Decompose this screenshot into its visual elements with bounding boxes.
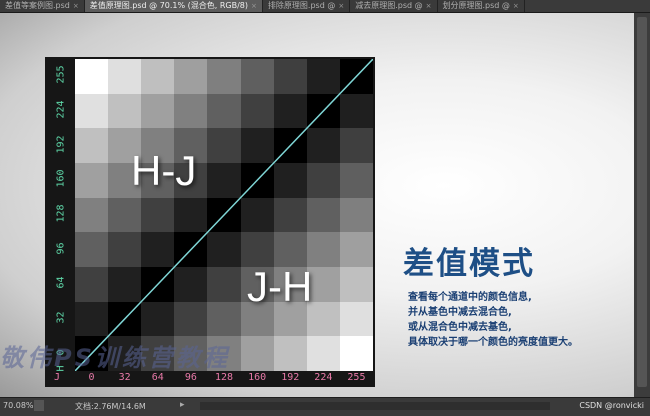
document-tab[interactable]: 减去原理图.psd @ ×: [350, 0, 438, 12]
status-scroll-left[interactable]: [34, 400, 44, 411]
tab-label: 排除原理图.psd @: [267, 1, 336, 10]
x-tick-label: 128: [214, 372, 234, 383]
x-tick-label: 224: [314, 372, 333, 383]
close-icon[interactable]: ×: [426, 0, 432, 12]
x-tick-label: 0: [88, 372, 95, 383]
canvas-area[interactable]: 255 224 192 160 128 96 64 32 0 H J 0 32 64 96 128 160 19…: [0, 13, 650, 397]
watermark-text: 敬伟PS训练营教程: [0, 344, 230, 372]
y-tick-label: 160: [55, 169, 67, 188]
close-icon[interactable]: ×: [338, 0, 344, 12]
y-tick-label: 255: [55, 65, 67, 84]
zoom-level[interactable]: 70.08%: [3, 401, 34, 410]
tab-label: 差值等案例图.psd: [5, 1, 70, 10]
credit-text: CSDN @ronvicki: [579, 401, 644, 410]
horizontal-scrollbar[interactable]: [200, 402, 550, 410]
x-tick-label: 32: [118, 372, 131, 383]
slide-title: 差值模式: [403, 246, 535, 282]
status-menu-arrow-icon[interactable]: ▸: [180, 400, 185, 410]
document-info[interactable]: 文档:2.76M/14.6M: [75, 401, 146, 412]
close-icon[interactable]: ×: [73, 0, 79, 12]
x-tick-label: 64: [151, 372, 164, 383]
tab-label: 减去原理图.psd @: [355, 1, 423, 10]
slide: 255 224 192 160 128 96 64 32 0 H J 0 32 64 96 128 160 19…: [0, 13, 634, 397]
x-tick-label: 160: [248, 372, 267, 383]
y-tick-label: 224: [55, 100, 67, 119]
j-minus-h-label: J-H: [247, 263, 313, 310]
diagonal-line: [75, 59, 373, 371]
x-axis-label: J: [53, 372, 61, 383]
x-tick-label: 96: [184, 372, 197, 383]
close-icon[interactable]: ×: [251, 0, 257, 12]
description-line: 查看每个通道中的颜色信息,: [408, 292, 532, 303]
y-tick-label: 96: [55, 242, 67, 255]
close-icon[interactable]: ×: [513, 0, 519, 12]
description-line: 具体取决于哪一个颜色的亮度值更大。: [408, 337, 578, 348]
document-tab[interactable]: 差值等案例图.psd ×: [0, 0, 85, 12]
document-tab[interactable]: 划分原理图.psd @ ×: [438, 0, 525, 12]
document-tab[interactable]: 差值原理图.psd @ 70.1% (混合色, RGB/8) ×: [84, 0, 263, 12]
document-tab-bar: 差值等案例图.psd × 差值原理图.psd @ 70.1% (混合色, RGB/8…: [0, 0, 650, 13]
x-tick-label: 192: [281, 372, 300, 383]
tab-label: 差值原理图.psd @ 70.1% (混合色, RGB/8): [89, 1, 249, 10]
scrollbar-thumb[interactable]: [637, 17, 647, 387]
y-tick-label: 192: [55, 135, 67, 154]
tab-label: 划分原理图.psd @: [442, 1, 510, 10]
slide-description: 查看每个通道中的颜色信息, 并从基色中减去混合色, 或从混合色中减去基色, 具体取决于…: [408, 290, 578, 350]
description-line: 或从混合色中减去基色,: [408, 322, 512, 333]
document-tab[interactable]: 排除原理图.psd @ ×: [263, 0, 351, 12]
x-tick-label: 255: [347, 372, 366, 383]
h-minus-j-label: H-J: [131, 147, 197, 194]
description-line: 并从基色中减去混合色,: [408, 307, 512, 318]
vertical-scrollbar[interactable]: [634, 13, 650, 397]
y-tick-label: 64: [55, 276, 67, 289]
y-tick-label: 128: [55, 204, 67, 223]
y-tick-label: 32: [55, 311, 67, 324]
status-bar: 70.08% 文档:2.76M/14.6M ▸ CSDN @ronvicki: [0, 397, 650, 416]
